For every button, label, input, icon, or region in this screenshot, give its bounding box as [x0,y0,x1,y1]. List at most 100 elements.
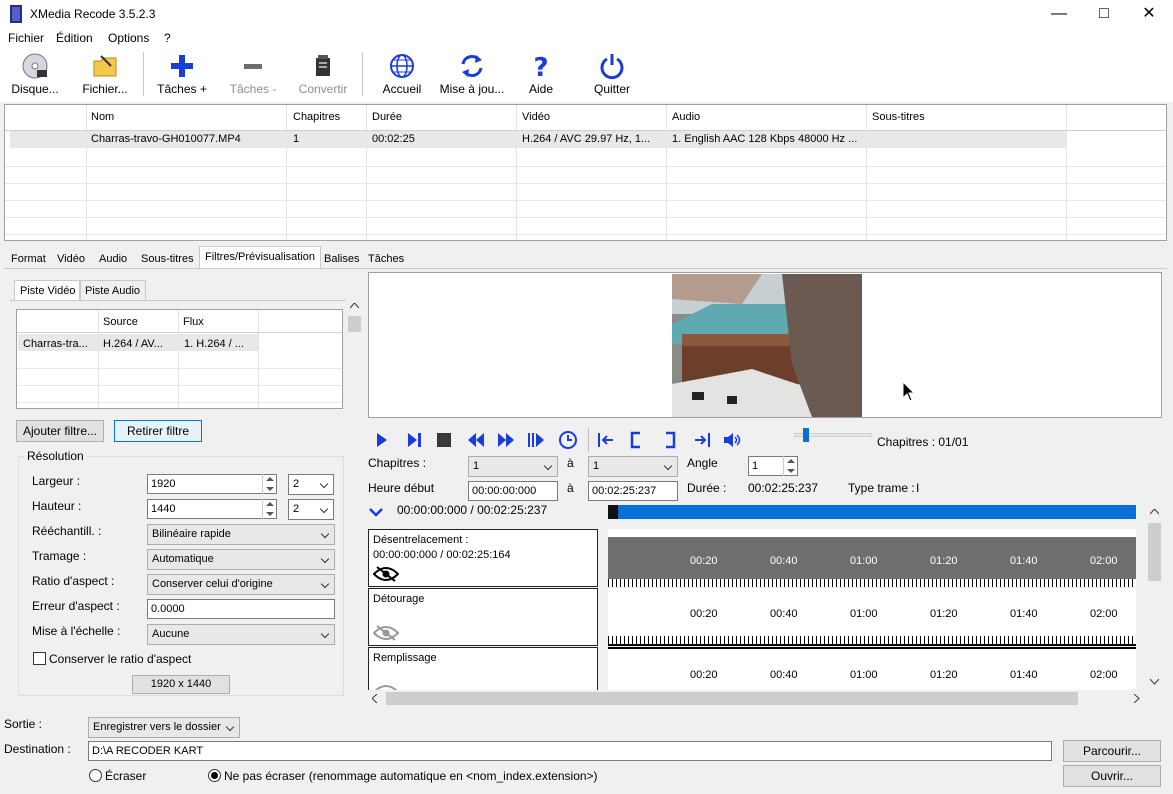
video-preview[interactable] [368,272,1162,418]
browse-button[interactable]: Parcourir... [1063,740,1161,762]
fast-forward-icon[interactable] [496,430,516,450]
start-time-input[interactable]: 00:00:00:000 [468,481,558,501]
tab-tags[interactable]: Balises [319,249,364,269]
file-list[interactable]: Nom Chapitres Durée Vidéo Audio Sous-tit… [4,104,1167,241]
destination-input[interactable]: D:\A RECODER KART [88,741,1052,761]
go-to-start-icon[interactable] [596,430,616,450]
chapter-from-select[interactable]: 1 [468,456,558,477]
overwrite-label[interactable]: Écraser [105,769,146,783]
volume-slider[interactable] [794,428,872,442]
stop-icon[interactable] [434,430,454,450]
aspect-select[interactable]: Conserver celui d'origine [147,574,335,595]
disc-button[interactable]: Disque... [6,48,64,100]
rewind-icon[interactable] [466,430,486,450]
keep-ratio-checkbox[interactable] [33,652,46,665]
volume-thumb[interactable] [803,428,809,442]
scroll-left-icon[interactable] [372,694,378,703]
no-overwrite-label[interactable]: Ne pas écraser (renommage automatique en… [224,769,598,783]
no-overwrite-radio[interactable] [208,769,221,782]
close-button[interactable]: ✕ [1126,0,1172,28]
tab-audio[interactable]: Audio [94,249,132,269]
ruler-crop[interactable]: 00:20 00:40 01:00 01:20 01:40 02:00 [608,588,1136,646]
scroll-right-icon[interactable] [1134,694,1140,703]
scroll-up-icon[interactable] [350,303,359,309]
minimize-button[interactable]: — [1036,0,1082,28]
resample-select[interactable]: Bilinéaire rapide [147,524,335,545]
tab-subtitles[interactable]: Sous-titres [136,249,199,269]
subtab-video-track[interactable]: Piste Vidéo [14,280,82,301]
quit-button[interactable]: Quitter [586,48,638,100]
scroll-thumb[interactable] [386,692,1078,705]
col-header-source[interactable]: Source [103,316,138,328]
step-forward-icon[interactable] [526,430,546,450]
output-select[interactable]: Enregistrer vers le dossier [88,717,240,738]
ruler-deinterlace[interactable]: 00:20 00:40 01:00 01:20 01:40 02:00 [608,529,1136,587]
chapter-to-select[interactable]: 1 [588,456,678,477]
col-header-duration[interactable]: Durée [372,111,402,123]
remove-task-button[interactable]: Tâches - [222,48,284,100]
tab-video[interactable]: Vidéo [52,249,90,269]
menu-options[interactable]: Options [108,31,149,45]
dither-select[interactable]: Automatique [147,549,335,570]
home-button[interactable]: Accueil [374,48,430,100]
seek-thumb[interactable] [608,505,618,519]
menu-edition[interactable]: Édition [56,31,93,45]
go-to-end-icon[interactable] [692,430,712,450]
eye-icon[interactable] [373,566,399,582]
track-crop[interactable]: Détourage [368,588,598,646]
filter-timeline[interactable]: Désentrelacement : 00:00:00:000 / 00:02:… [366,527,1146,690]
play-icon[interactable] [372,430,392,450]
tab-format[interactable]: Format [6,249,51,269]
scroll-up-icon[interactable] [1150,509,1159,515]
col-header-chapters[interactable]: Chapitres [293,111,340,123]
scroll-down-icon[interactable] [1150,679,1159,685]
col-header-audio[interactable]: Audio [672,111,700,123]
track-padding[interactable]: Remplissage [368,647,598,690]
left-panel-scrollbar[interactable] [346,300,363,703]
help-button[interactable]: ? Aide [516,48,566,100]
mark-out-icon[interactable] [660,430,680,450]
angle-input[interactable]: 1 [748,456,798,476]
volume-icon[interactable] [722,430,742,450]
tab-filters-preview[interactable]: Filtres/Prévisualisation [199,246,322,269]
overwrite-radio[interactable] [89,769,102,782]
col-header-stream[interactable]: Flux [183,316,204,328]
file-button[interactable]: Fichier... [76,48,134,100]
chevron-down-icon[interactable] [368,506,384,518]
menu-help[interactable]: ? [164,31,171,45]
width-input[interactable]: 1920 [147,474,277,494]
mark-in-icon[interactable] [626,430,646,450]
col-header-name[interactable]: Nom [91,111,114,123]
subtab-audio-track[interactable]: Piste Audio [79,280,147,301]
track-grid[interactable]: Source Flux Charras-tra... H.264 / AV...… [16,309,343,409]
timeline-hscrollbar[interactable] [368,690,1146,707]
angle-spinner[interactable] [783,456,797,476]
keep-ratio-label[interactable]: Conserver le ratio d'aspect [49,652,191,666]
seek-bar[interactable] [608,505,1136,519]
height-multiple-select[interactable]: 2 [288,499,334,520]
height-input[interactable]: 1440 [147,499,277,519]
add-filter-button[interactable]: Ajouter filtre... [16,420,104,442]
timeline-vscrollbar[interactable] [1146,505,1163,690]
end-time-input[interactable]: 00:02:25:237 [588,481,678,501]
clock-icon[interactable] [558,430,578,450]
ruler-padding[interactable]: 00:20 00:40 01:00 01:20 01:40 02:00 [608,647,1136,690]
track-deinterlace[interactable]: Désentrelacement : 00:00:00:000 / 00:02:… [368,529,598,587]
update-button[interactable]: Mise à jou... [438,48,506,100]
maximize-button[interactable]: □ [1081,0,1127,28]
remove-filter-button[interactable]: Retirer filtre [114,420,202,442]
col-header-subtitles[interactable]: Sous-titres [872,111,925,123]
next-frame-icon[interactable] [404,430,424,450]
eye-icon[interactable] [373,625,399,641]
col-header-video[interactable]: Vidéo [522,111,550,123]
height-spinner[interactable] [262,499,276,519]
menu-fichier[interactable]: Fichier [8,31,44,45]
scroll-thumb[interactable] [1148,523,1161,581]
aspect-error-input[interactable]: 0.0000 [147,599,335,619]
scroll-thumb[interactable] [348,316,361,332]
width-multiple-select[interactable]: 2 [288,474,334,495]
open-button[interactable]: Ouvrir... [1063,765,1161,787]
scale-select[interactable]: Aucune [147,624,335,645]
add-task-button[interactable]: Tâches + [152,48,212,100]
convert-button[interactable]: Convertir [292,48,354,100]
